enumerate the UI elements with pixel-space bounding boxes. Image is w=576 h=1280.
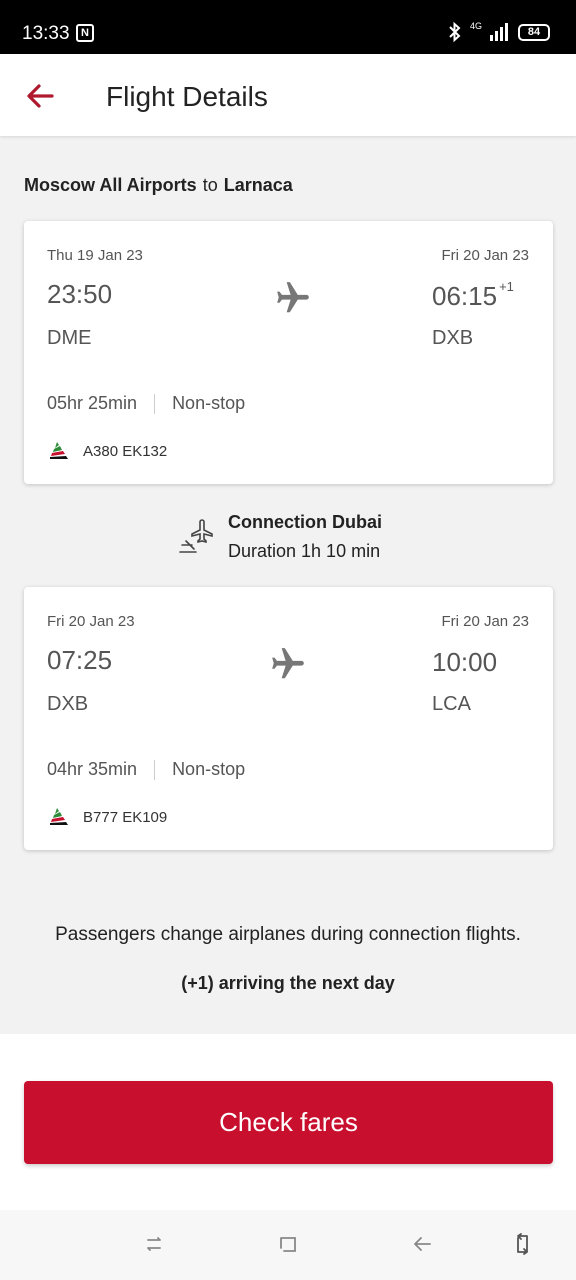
connection-note: Passengers change airplanes during conne…: [55, 924, 521, 945]
rotate-nav-icon[interactable]: [510, 1232, 534, 1256]
status-icons: 4G 84: [448, 21, 550, 42]
airplane-icon: [277, 282, 309, 313]
arrival-airport-code: LCA: [432, 693, 471, 715]
system-nav-bar: [0, 1210, 576, 1280]
home-nav-icon[interactable]: [276, 1232, 300, 1256]
back-nav-icon[interactable]: [410, 1232, 434, 1256]
departure-time: 23:50: [47, 279, 113, 309]
departure-date: Thu 19 Jan 23: [47, 247, 143, 264]
flight-duration: 04hr 35min: [47, 759, 138, 779]
status-bar: 13:33 N 4G 84: [0, 0, 576, 54]
flight-segment-card[interactable]: Fri 20 Jan 23 Fri 20 Jan 23 07:25 10:00 …: [24, 587, 553, 850]
flight-stops: Non-stop: [172, 393, 246, 413]
bluetooth-icon: [449, 22, 461, 42]
page-title: Flight Details: [106, 81, 268, 112]
flight-stops: Non-stop: [172, 759, 246, 779]
flight-info: 05hr 25min Non-stop: [47, 393, 245, 414]
divider: [154, 759, 156, 780]
carrier-info: A380 EK132: [47, 439, 167, 463]
arrival-airport-code: DXB: [432, 327, 474, 349]
flight-info: 04hr 35min Non-stop: [47, 759, 245, 780]
status-time: 13:33: [22, 23, 70, 44]
departure-date: Fri 20 Jan 23: [47, 613, 135, 630]
next-day-note: (+1) arriving the next day: [181, 973, 395, 993]
arrival-time-block: 06:15 +1: [432, 279, 514, 312]
flight-segment-card[interactable]: Thu 19 Jan 23 Fri 20 Jan 23 23:50 06:15 +…: [24, 221, 553, 484]
carrier-info: B777 EK109: [47, 805, 167, 829]
emirates-logo-icon: [50, 442, 68, 459]
route-connector: to: [202, 175, 218, 195]
route-summary: Moscow All Airports to Larnaca: [24, 175, 293, 196]
arrival-date: Fri 20 Jan 23: [441, 613, 529, 630]
departure-airport-code: DXB: [47, 693, 89, 715]
departure-airport-code: DME: [47, 327, 92, 349]
bottom-panel: Check fares: [0, 1034, 576, 1210]
back-arrow-icon[interactable]: [22, 78, 58, 114]
menu-nav-icon[interactable]: [142, 1232, 166, 1256]
check-fares-button[interactable]: Check fares: [24, 1081, 553, 1164]
app-bar: Flight Details: [0, 54, 576, 136]
arrival-time: 10:00: [432, 647, 498, 677]
flight-number: B777 EK109: [83, 808, 168, 826]
arrival-day-offset: +1: [499, 279, 514, 294]
arrival-time-block: 10:00: [432, 645, 499, 678]
divider: [154, 393, 156, 414]
airplane-icon: [272, 648, 304, 679]
network-type: 4G: [469, 21, 482, 31]
route-origin: Moscow All Airports: [24, 175, 197, 195]
arrival-time: 06:15: [432, 281, 498, 311]
arrival-date: Fri 20 Jan 23: [441, 247, 529, 264]
route-destination: Larnaca: [223, 175, 293, 195]
nfc-icon: N: [76, 24, 94, 42]
connection-city: Connection Dubai: [228, 512, 382, 532]
connecting-flight-icon: [179, 519, 213, 553]
connection-duration: Duration 1h 10 min: [228, 541, 381, 561]
emirates-logo-icon: [50, 808, 68, 825]
battery-icon: 84: [518, 23, 550, 41]
flight-number: A380 EK132: [83, 442, 168, 460]
flight-duration: 05hr 25min: [47, 393, 138, 413]
departure-time: 07:25: [47, 645, 113, 675]
signal-icon: [490, 23, 508, 41]
